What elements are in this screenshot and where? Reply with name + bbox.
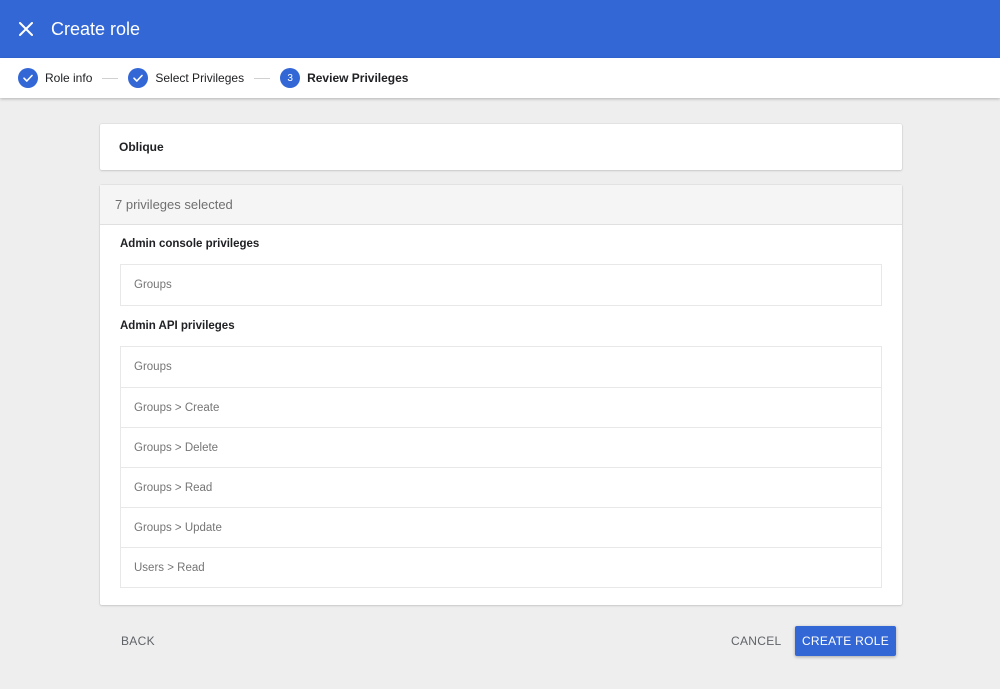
privilege-list-admin-api: Groups Groups > Create Groups > Delete G…	[120, 346, 882, 588]
check-icon	[23, 74, 33, 82]
close-icon	[19, 22, 33, 36]
footer-actions: BACK CANCEL CREATE ROLE	[0, 626, 1000, 656]
section-title-admin-api: Admin API privileges	[120, 320, 235, 332]
privilege-item: Users > Read	[121, 547, 881, 587]
check-icon	[133, 74, 144, 82]
create-role-button[interactable]: CREATE ROLE	[795, 626, 896, 656]
privileges-card: 7 privileges selected Admin console priv…	[100, 185, 902, 605]
step-complete-indicator	[18, 68, 38, 88]
cancel-button[interactable]: CANCEL	[731, 626, 781, 656]
privilege-item: Groups > Read	[121, 467, 881, 507]
step-review-privileges[interactable]: 3 Review Privileges	[280, 68, 408, 88]
privilege-item: Groups > Delete	[121, 427, 881, 467]
privileges-count: 7 privileges selected	[100, 185, 902, 225]
step-complete-indicator	[128, 68, 149, 88]
role-name: Oblique	[119, 140, 164, 154]
privilege-item: Groups > Create	[121, 387, 881, 427]
privilege-item: Groups > Update	[121, 507, 881, 547]
page-title: Create role	[51, 18, 141, 39]
step-select-privileges[interactable]: Select Privileges	[128, 68, 244, 88]
privilege-list-admin-console: Groups	[120, 264, 882, 306]
step-divider	[102, 77, 119, 79]
step-label: Select Privileges	[155, 71, 245, 85]
role-summary-card: Oblique	[100, 124, 902, 170]
privilege-item: Groups	[134, 361, 172, 373]
section-title-admin-console: Admin console privileges	[120, 238, 260, 250]
privilege-item: Groups	[134, 279, 172, 291]
app-bar: Create role	[0, 0, 1000, 58]
step-label: Review Privileges	[307, 71, 409, 85]
step-number-indicator: 3	[280, 68, 301, 88]
back-button[interactable]: BACK	[121, 626, 155, 656]
step-role-info[interactable]: Role info	[18, 68, 92, 88]
step-label: Role info	[45, 71, 93, 85]
stepper: Role info Select Privileges 3 Review Pri…	[0, 58, 1000, 98]
close-button[interactable]	[15, 18, 37, 40]
step-divider	[254, 77, 271, 79]
